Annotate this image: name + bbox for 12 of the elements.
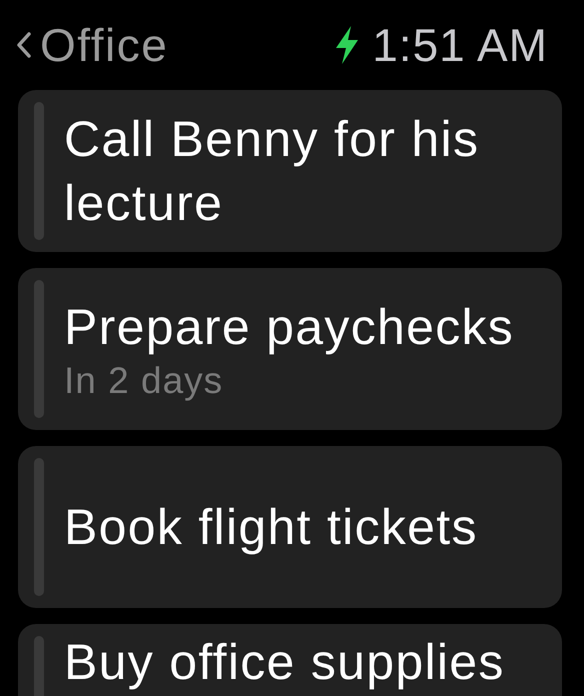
task-title: Prepare paychecks [64,298,514,357]
due-date: In 2 days [64,359,224,403]
back-button[interactable]: Office [16,18,168,72]
task-title: Buy office supplies [64,633,505,692]
task-card[interactable]: Prepare paychecks In 2 days [18,268,562,430]
task-title: Book flight tickets [64,498,478,557]
task-card[interactable]: Call Benny for his lecture [18,90,562,252]
task-card[interactable]: Buy office supplies [18,624,562,696]
task-card[interactable]: Book flight tickets [18,446,562,608]
task-title: Call Benny for his lecture [64,110,480,233]
clock-time: 1:51 AM [372,18,548,72]
chevron-icon [16,32,32,58]
